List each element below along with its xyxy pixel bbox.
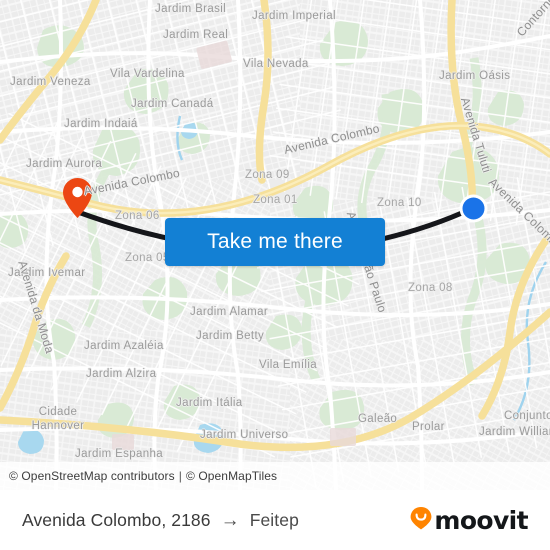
trip-footer: Avenida Colombo, 2186 → Feitep moovit — [0, 490, 550, 550]
moovit-logo[interactable]: moovit — [410, 505, 529, 535]
attribution-tiles[interactable]: © OpenMapTiles — [186, 469, 277, 483]
map-canvas[interactable]: Jardim Brasil Jardim Imperial Jardim Real V… — [0, 0, 550, 490]
attribution-separator: | — [178, 469, 182, 483]
attribution-osm[interactable]: © OpenStreetMap contributors — [9, 469, 175, 483]
moovit-wordmark: moovit — [434, 505, 528, 535]
trip-summary: Avenida Colombo, 2186 → Feitep — [22, 510, 299, 531]
take-me-there-button[interactable]: Take me there — [165, 218, 385, 266]
destination-marker[interactable] — [459, 194, 488, 223]
trip-destination-label: Feitep — [249, 509, 299, 530]
moovit-pin-icon — [410, 506, 432, 535]
trip-origin-label: Avenida Colombo, 2186 — [22, 509, 211, 530]
arrow-right-icon: → — [220, 509, 240, 531]
origin-marker[interactable] — [63, 178, 92, 218]
moovit-trip-map-widget: Jardim Brasil Jardim Imperial Jardim Real V… — [0, 0, 550, 550]
map-attribution: © OpenStreetMap contributors | © OpenMap… — [0, 462, 550, 490]
